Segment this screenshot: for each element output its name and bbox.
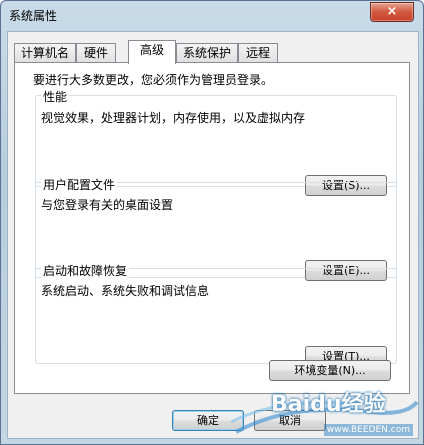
environment-variables-button[interactable]: 环境变量(N)... — [269, 360, 391, 381]
startup-recovery-description: 系统启动、系统失败和调试信息 — [41, 284, 210, 298]
startup-recovery-title: 启动和故障恢复 — [41, 262, 130, 279]
performance-description: 视觉效果，处理器计划，内存使用，以及虚拟内存 — [41, 111, 306, 125]
tab-computer-name[interactable]: 计算机名 — [14, 43, 76, 62]
ok-button[interactable]: 确定 — [172, 410, 244, 431]
tab-system-protection[interactable]: 系统保护 — [176, 43, 238, 62]
advanced-tab-panel: 要进行大多数更改，您必须作为管理员登录。 性能 视觉效果，处理器计划，内存使用，… — [14, 62, 410, 394]
user-profiles-description: 与您登录有关的桌面设置 — [41, 198, 174, 212]
cancel-button[interactable]: 取消 — [254, 410, 326, 431]
system-properties-window: 系统属性 × 计算机名 硬件 高级 系统保护 远程 要进行大多数更改，您必须作为… — [0, 0, 424, 445]
tab-hardware[interactable]: 硬件 — [76, 43, 116, 62]
user-profiles-title: 用户配置文件 — [41, 176, 118, 193]
performance-title: 性能 — [41, 88, 70, 105]
tab-remote[interactable]: 远程 — [238, 43, 278, 62]
dialog-body: 计算机名 硬件 高级 系统保护 远程 要进行大多数更改，您必须作为管理员登录。 … — [7, 31, 419, 439]
title-bar[interactable]: 系统属性 × — [1, 1, 423, 31]
window-title: 系统属性 — [9, 9, 58, 23]
tab-advanced[interactable]: 高级 — [128, 40, 176, 64]
admin-notice: 要进行大多数更改，您必须作为管理员登录。 — [33, 73, 274, 87]
close-button[interactable]: × — [370, 2, 414, 22]
